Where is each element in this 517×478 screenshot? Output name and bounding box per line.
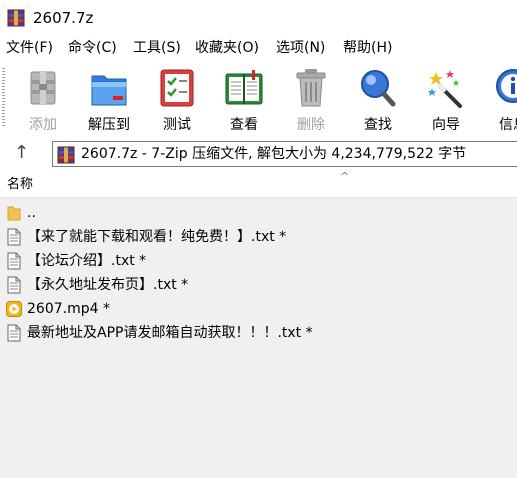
list-item-name: 【永久地址发布页】.txt *: [27, 277, 189, 293]
menu-help[interactable]: 帮助(H): [343, 39, 392, 57]
window-title: 2607.7z: [33, 9, 94, 27]
menu-bar: 文件(F) 命令(C) 工具(S) 收藏夹(O) 选项(N) 帮助(H): [0, 36, 517, 60]
add-label: 添加: [29, 117, 57, 133]
menu-tools[interactable]: 工具(S): [133, 39, 181, 57]
column-header-name[interactable]: 名称: [7, 177, 33, 193]
delete-label: 删除: [297, 117, 325, 133]
add-button[interactable]: 添加: [13, 64, 73, 134]
text-file-icon: [7, 228, 21, 246]
list-item[interactable]: 【论坛介绍】.txt *: [0, 249, 517, 273]
extract-button[interactable]: 解压到: [79, 64, 139, 134]
find-label: 查找: [364, 117, 392, 133]
list-header: ^ 名称: [0, 170, 517, 198]
text-file-icon: [7, 324, 21, 342]
winrar-archive-icon: [57, 146, 75, 164]
list-item-name: 最新地址及APP请发邮箱自动获取！！！.txt *: [27, 325, 313, 341]
toolbar: 添加 解压到 测试 查看 删除 查找 向导 信: [0, 60, 517, 136]
list-item-name: 【论坛介绍】.txt *: [27, 253, 147, 269]
list-item-name: 【来了就能下载和观看！纯免费！】.txt *: [27, 229, 287, 245]
text-file-icon: [7, 276, 21, 294]
info-button[interactable]: 信息: [483, 64, 517, 134]
menu-options[interactable]: 选项(N): [276, 39, 325, 57]
test-button[interactable]: 测试: [147, 64, 207, 134]
address-path: 2607.7z - 7-Zip 压缩文件, 解包大小为 4,234,779,52…: [81, 146, 467, 162]
add-archive-icon: [30, 71, 56, 105]
title-bar: 2607.7z: [0, 0, 517, 36]
wizard-label: 向导: [432, 117, 460, 133]
list-item-parent[interactable]: ..: [0, 201, 517, 225]
video-file-icon: [6, 301, 22, 317]
file-list[interactable]: .. 【来了就能下载和观看！纯免费！】.txt * 【论坛介绍】.txt * 【…: [0, 198, 517, 478]
address-field[interactable]: 2607.7z - 7-Zip 压缩文件, 解包大小为 4,234,779,52…: [52, 141, 517, 167]
menu-file[interactable]: 文件(F): [6, 39, 53, 57]
menu-favorites[interactable]: 收藏夹(O): [195, 39, 259, 57]
list-item[interactable]: 2607.mp4 *: [0, 297, 517, 321]
info-label: 信息: [499, 117, 517, 133]
winrar-archive-icon: [7, 9, 25, 27]
wizard-button[interactable]: 向导: [416, 64, 476, 134]
list-item-name: 2607.mp4 *: [27, 301, 110, 317]
info-icon: [496, 69, 517, 103]
up-arrow-icon: ↑: [14, 142, 30, 163]
toolbar-grip[interactable]: [2, 68, 5, 128]
view-button[interactable]: 查看: [214, 64, 274, 134]
address-bar: ↑ 2607.7z - 7-Zip 压缩文件, 解包大小为 4,234,779,…: [0, 139, 517, 169]
wizard-wand-icon: [428, 70, 462, 108]
folder-icon: [7, 206, 21, 221]
view-book-icon: [225, 70, 263, 105]
list-item[interactable]: 【来了就能下载和观看！纯免费！】.txt *: [0, 225, 517, 249]
test-label: 测试: [163, 117, 191, 133]
extract-label: 解压到: [88, 117, 130, 133]
test-checklist-icon: [160, 69, 194, 107]
view-label: 查看: [230, 117, 258, 133]
menu-command[interactable]: 命令(C): [68, 39, 117, 57]
text-file-icon: [7, 252, 21, 270]
list-item-name: ..: [27, 205, 36, 221]
list-item[interactable]: 【永久地址发布页】.txt *: [0, 273, 517, 297]
list-item[interactable]: 最新地址及APP请发邮箱自动获取！！！.txt *: [0, 321, 517, 345]
delete-trash-icon: [296, 69, 326, 107]
sort-ascending-icon: ^: [340, 170, 350, 183]
find-button[interactable]: 查找: [348, 64, 408, 134]
up-level-button[interactable]: ↑: [6, 142, 34, 166]
delete-button[interactable]: 删除: [281, 64, 341, 134]
extract-folder-icon: [91, 75, 127, 106]
find-magnifier-icon: [361, 70, 396, 107]
